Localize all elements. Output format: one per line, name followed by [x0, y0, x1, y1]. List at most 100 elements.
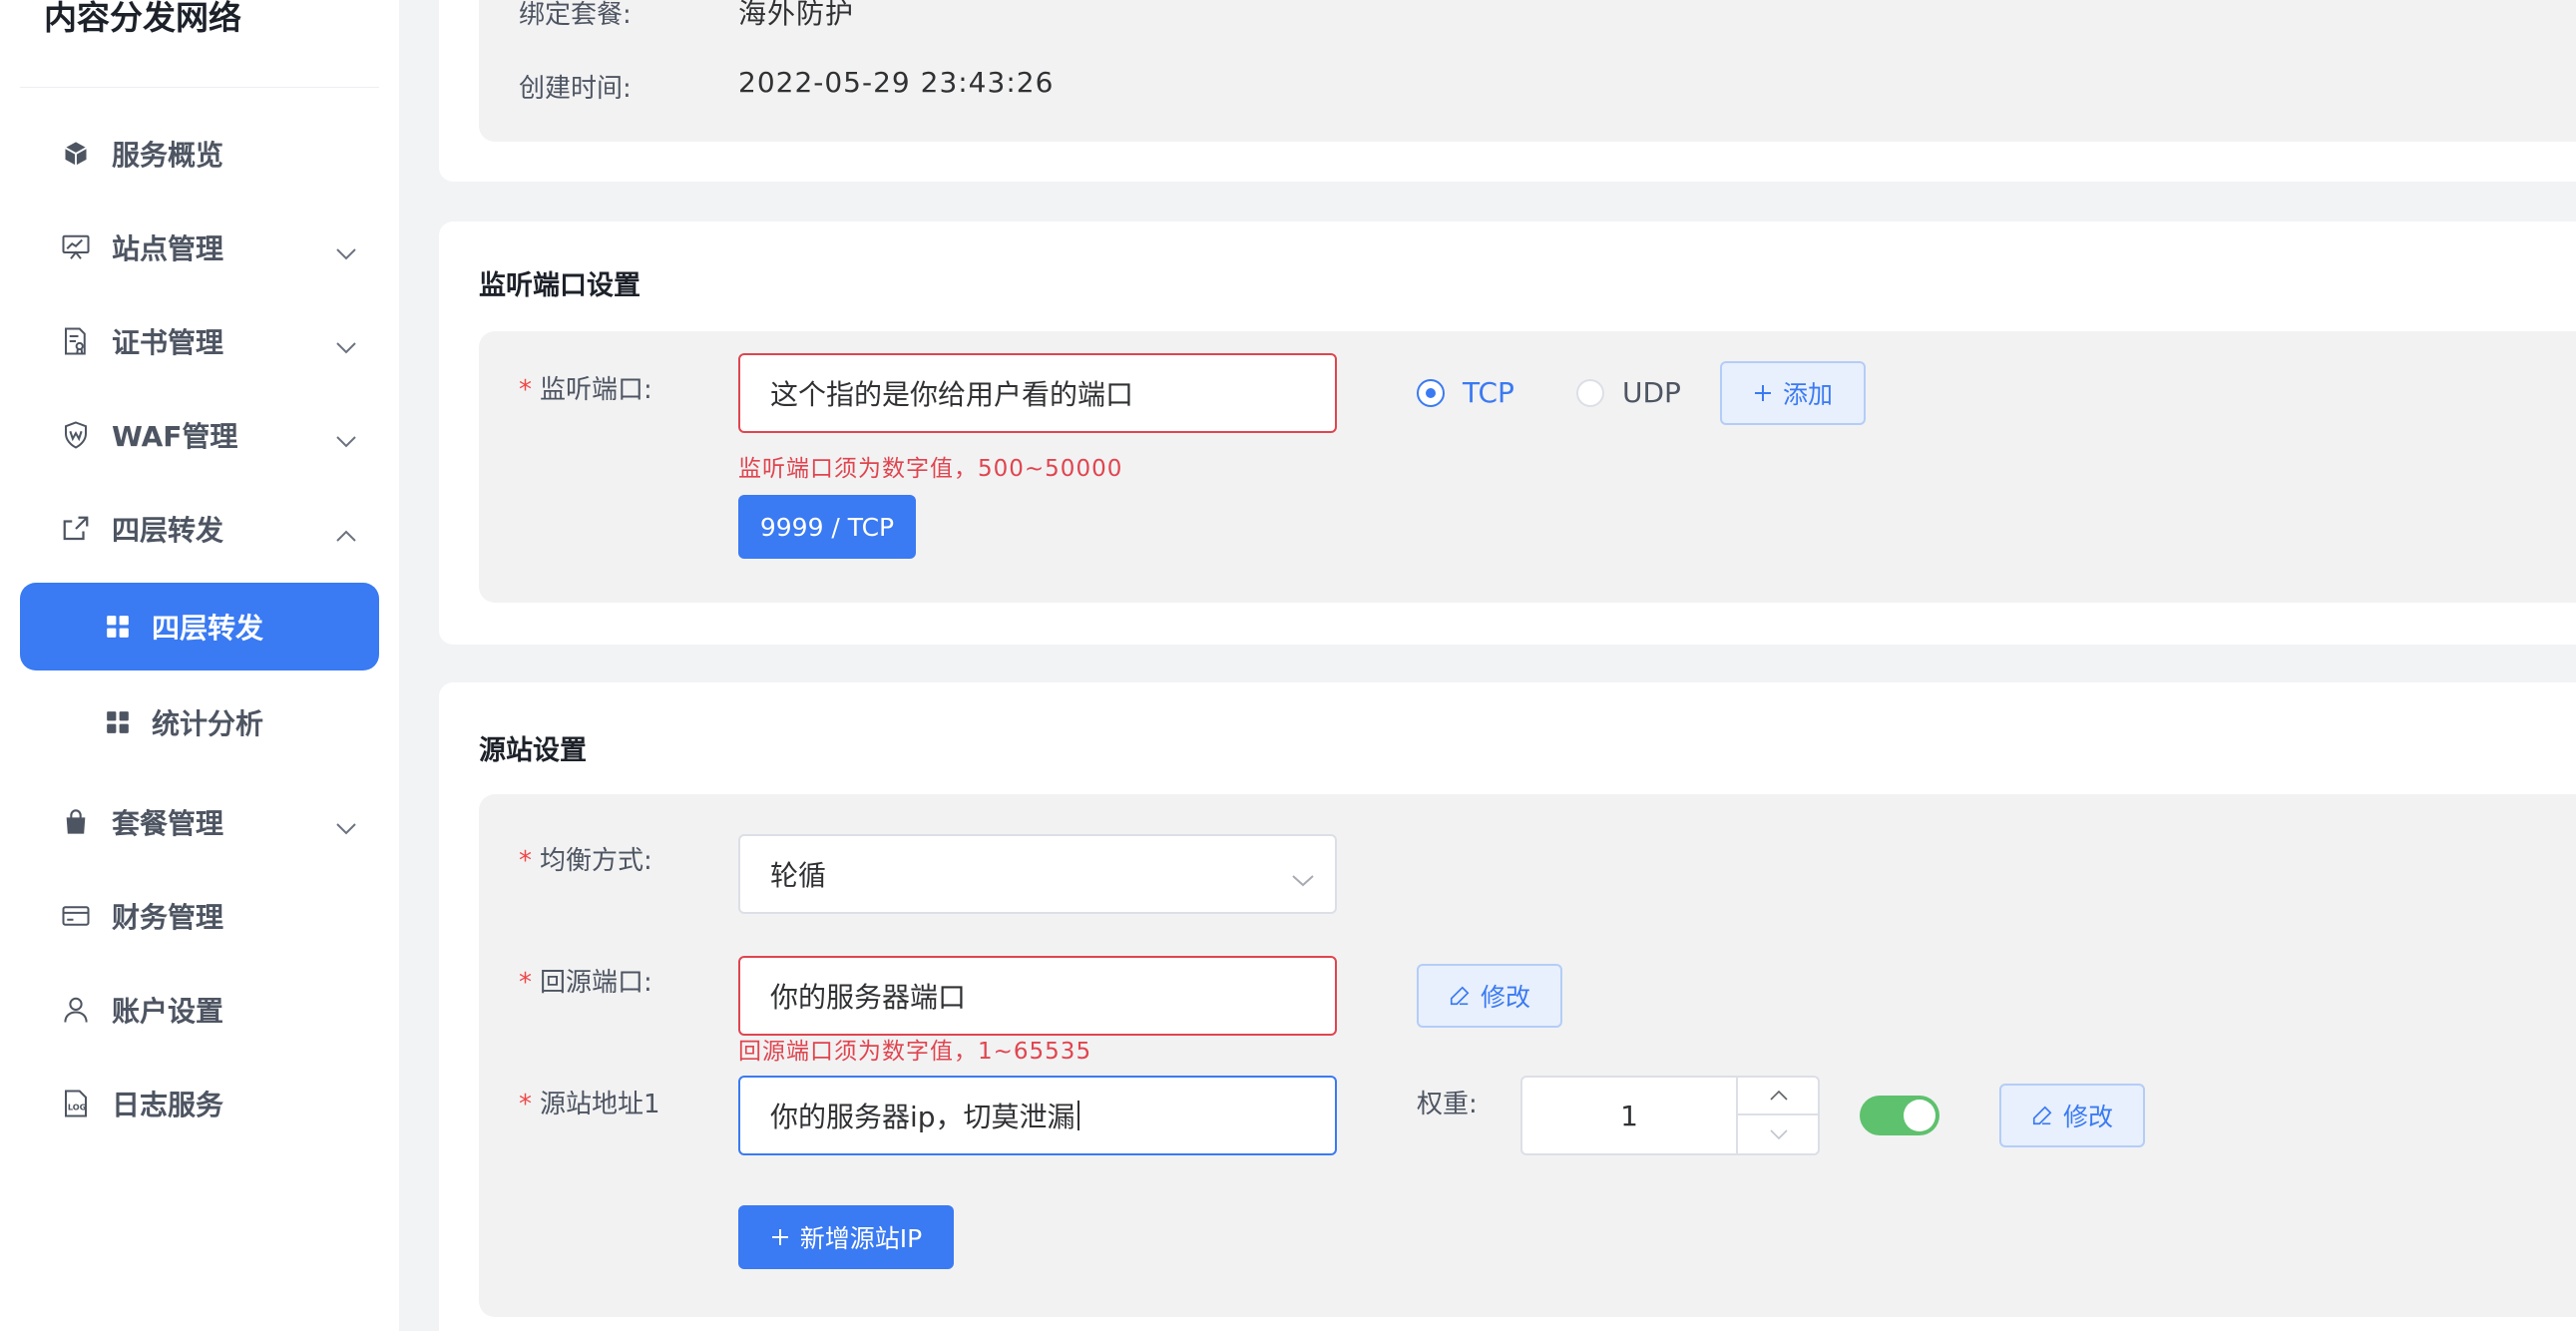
- chevron-down-icon: [335, 423, 357, 456]
- radio-unchecked-icon: [1576, 378, 1604, 407]
- cube-icon: [60, 138, 92, 170]
- add-port-label: 添加: [1782, 380, 1833, 409]
- sidebar-item-logs[interactable]: LOG 日志服务: [20, 1060, 379, 1147]
- bound-plan-value: 海外防护: [738, 0, 855, 30]
- sidebar: 内容分发网络 服务概览 站点管理 证书管理 WAF管理 四层转发 四层转发 统计…: [0, 0, 399, 1331]
- add-port-button[interactable]: 添加: [1720, 361, 1866, 425]
- protocol-udp-label: UDP: [1622, 376, 1681, 409]
- radio-checked-icon: [1417, 378, 1445, 407]
- listen-port-error: 监听端口须为数字值，500~50000: [738, 456, 1123, 482]
- card-icon: [60, 900, 92, 932]
- sidebar-item-waf[interactable]: WAF管理: [20, 391, 379, 479]
- protocol-udp-radio[interactable]: UDP: [1576, 376, 1681, 409]
- listen-port-label: * 监听端口:: [519, 375, 652, 405]
- sidebar-item-label: 站点管理: [112, 232, 224, 265]
- edit-icon: [2032, 1106, 2052, 1125]
- weight-value: 1: [1620, 1099, 1638, 1132]
- protocol-tcp-label: TCP: [1463, 376, 1514, 409]
- sidebar-subitem-statistics[interactable]: 统计分析: [20, 678, 379, 766]
- back-port-input-value: 你的服务器端口: [770, 981, 967, 1014]
- weight-stepper[interactable]: 1: [1520, 1076, 1820, 1155]
- listen-port-label-text: 监听端口:: [540, 375, 652, 405]
- sidebar-item-label: 四层转发: [112, 514, 224, 547]
- origin-card: 源站设置 * 均衡方式: 轮循 * 回源端口: 你的服务器端口 修改 回源端口须为数…: [439, 682, 2576, 1331]
- balance-mode-select[interactable]: 轮循: [738, 834, 1337, 914]
- origin-address-label: * 源站地址1: [519, 1090, 660, 1119]
- sidebar-item-label: 服务概览: [112, 139, 224, 172]
- back-port-label-text: 回源端口:: [540, 968, 652, 998]
- modify-label: 修改: [1480, 983, 1530, 1012]
- origin-section-title: 源站设置: [479, 735, 587, 766]
- back-port-label: * 回源端口:: [519, 968, 652, 998]
- sidebar-item-l4-forward[interactable]: 四层转发: [20, 485, 379, 573]
- balance-mode-value: 轮循: [770, 859, 827, 892]
- add-origin-ip-button[interactable]: 新增源站IP: [738, 1205, 954, 1269]
- weight-label: 权重:: [1417, 1090, 1478, 1119]
- listen-port-panel: * 监听端口: 这个指的是你给用户看的端口 TCP UDP 添加 监听端口须为数字…: [479, 331, 2576, 603]
- origin-address-input[interactable]: 你的服务器ip，切莫泄漏: [738, 1076, 1337, 1155]
- sidebar-item-label: 四层转发: [152, 612, 264, 645]
- weight-stepper-arrows: [1736, 1078, 1820, 1153]
- brand-title: 内容分发网络: [44, 0, 241, 37]
- svg-text:LOG: LOG: [68, 1102, 87, 1111]
- listen-port-card: 监听端口设置 * 监听端口: 这个指的是你给用户看的端口 TCP UDP 添加 监…: [439, 222, 2576, 645]
- protocol-tcp-radio[interactable]: TCP: [1417, 376, 1514, 409]
- chevron-up-icon: [335, 517, 357, 550]
- origin-address-label-text: 源站地址1: [540, 1090, 660, 1119]
- back-port-error: 回源端口须为数字值，1~65535: [738, 1039, 1092, 1065]
- sidebar-item-sites[interactable]: 站点管理: [20, 204, 379, 291]
- created-time-label: 创建时间:: [519, 74, 632, 104]
- main-content: 绑定套餐: 海外防护 创建时间: 2022-05-29 23:43:26 监听端…: [439, 0, 2576, 1331]
- sidebar-subitem-l4-forward[interactable]: 四层转发: [20, 583, 379, 670]
- listen-port-input[interactable]: 这个指的是你给用户看的端口: [738, 353, 1337, 433]
- user-icon: [60, 994, 92, 1026]
- sidebar-item-account[interactable]: 账户设置: [20, 966, 379, 1054]
- basic-info-panel: 绑定套餐: 海外防护 创建时间: 2022-05-29 23:43:26: [479, 0, 2576, 142]
- sidebar-item-label: 日志服务: [112, 1089, 224, 1121]
- sidebar-item-label: 套餐管理: [112, 807, 224, 840]
- sidebar-item-certificates[interactable]: 证书管理: [20, 297, 379, 385]
- text-cursor: [1076, 1101, 1079, 1130]
- monitor-chart-icon: [60, 231, 92, 263]
- sidebar-item-label: WAF管理: [112, 420, 238, 453]
- weight-increase-button[interactable]: [1738, 1078, 1820, 1115]
- brand-divider: [20, 87, 379, 88]
- sidebar-item-label: 财务管理: [112, 901, 224, 934]
- chevron-down-icon: [335, 810, 357, 843]
- sidebar-item-label: 证书管理: [112, 326, 224, 359]
- origin-panel: * 均衡方式: 轮循 * 回源端口: 你的服务器端口 修改 回源端口须为数字值，1~…: [479, 794, 2576, 1317]
- certificate-icon: [60, 325, 92, 357]
- chevron-up-icon: [1770, 1091, 1788, 1101]
- listen-port-section-title: 监听端口设置: [479, 270, 641, 301]
- basic-info-card: 绑定套餐: 海外防护 创建时间: 2022-05-29 23:43:26: [439, 0, 2576, 182]
- weight-decrease-button[interactable]: [1738, 1115, 1820, 1153]
- edit-icon: [1450, 986, 1470, 1006]
- listen-port-input-value: 这个指的是你给用户看的端口: [770, 378, 1134, 411]
- back-port-modify-button[interactable]: 修改: [1417, 964, 1562, 1028]
- created-time-value: 2022-05-29 23:43:26: [738, 66, 1055, 99]
- chevron-down-icon: [1770, 1129, 1788, 1139]
- plus-icon: [771, 1229, 788, 1245]
- balance-mode-label-text: 均衡方式:: [540, 846, 652, 876]
- sidebar-item-overview[interactable]: 服务概览: [20, 110, 379, 198]
- origin-enable-switch[interactable]: [1860, 1096, 1939, 1135]
- chevron-down-icon: [1291, 862, 1315, 895]
- port-tag-9999-tcp[interactable]: 9999 / TCP: [738, 495, 916, 559]
- bag-icon: [60, 806, 92, 838]
- port-tag-label: 9999 / TCP: [759, 512, 895, 542]
- sidebar-item-plans[interactable]: 套餐管理: [20, 778, 379, 866]
- chevron-down-icon: [335, 235, 357, 268]
- origin-address-input-value: 你的服务器ip，切莫泄漏: [770, 1101, 1075, 1133]
- share-forward-icon: [60, 513, 92, 545]
- bound-plan-label: 绑定套餐:: [519, 0, 632, 30]
- modify-label: 修改: [2062, 1103, 2113, 1131]
- balance-mode-label: * 均衡方式:: [519, 846, 652, 876]
- grid-icon: [102, 611, 134, 643]
- sidebar-item-finance[interactable]: 财务管理: [20, 872, 379, 960]
- plus-icon: [1754, 385, 1771, 401]
- sidebar-item-label: 账户设置: [112, 995, 224, 1028]
- origin-address-modify-button[interactable]: 修改: [1999, 1084, 2145, 1147]
- back-port-input[interactable]: 你的服务器端口: [738, 956, 1337, 1036]
- log-file-icon: LOG: [60, 1088, 92, 1119]
- chevron-down-icon: [335, 329, 357, 362]
